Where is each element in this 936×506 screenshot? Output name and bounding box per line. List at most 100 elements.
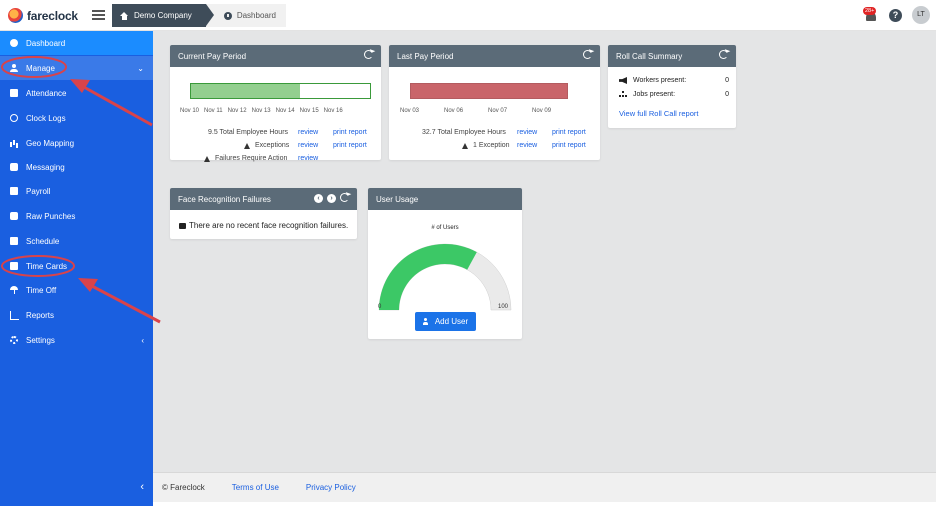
- sidebar: Dashboard Manage ⌄ Attendance Clock Logs…: [0, 31, 153, 506]
- review-link[interactable]: review: [298, 155, 318, 162]
- add-user-button[interactable]: Add User: [415, 312, 476, 331]
- breadcrumb-dashboard[interactable]: Dashboard: [205, 4, 286, 27]
- privacy-link[interactable]: Privacy Policy: [306, 483, 356, 492]
- app-logo[interactable]: fareclock: [8, 8, 78, 23]
- failures-text: Failures Require Action: [215, 155, 288, 162]
- print-report-link[interactable]: print report: [333, 129, 367, 136]
- sidebar-item-time-cards[interactable]: Time Cards: [0, 254, 153, 278]
- help-button[interactable]: ?: [889, 8, 902, 22]
- top-bar: fareclock Demo Company Dashboard 28+ ? L…: [0, 0, 936, 31]
- footer: © Fareclock Terms of Use Privacy Policy: [153, 472, 936, 502]
- sidebar-item-label: Payroll: [26, 186, 51, 196]
- card-title: Face Recognition Failures: [178, 194, 271, 204]
- date-ticks: Nov 03 Nov 06 Nov 07 Nov 09: [400, 108, 551, 114]
- date-tick: Nov 16: [323, 108, 343, 114]
- user-icon: [10, 64, 18, 72]
- chart-icon: [10, 311, 19, 320]
- sidebar-item-manage[interactable]: Manage ⌄: [0, 56, 153, 80]
- megaphone-icon: [619, 77, 627, 84]
- review-link[interactable]: review: [517, 129, 537, 136]
- previous-button[interactable]: ‹: [314, 194, 323, 203]
- refresh-icon[interactable]: [364, 50, 373, 59]
- sidebar-collapse-bar: ‹: [0, 472, 153, 506]
- review-link[interactable]: review: [517, 142, 537, 149]
- workers-value: 0: [725, 77, 729, 84]
- umbrella-icon: [10, 286, 18, 294]
- card-header: Current Pay Period: [170, 45, 381, 67]
- header-actions: 28+ ? LT: [863, 6, 930, 24]
- sidebar-item-attendance[interactable]: Attendance: [0, 81, 153, 105]
- exceptions-row: Exceptions: [244, 142, 289, 149]
- roll-call-report-link[interactable]: View full Roll Call report: [619, 109, 698, 118]
- refresh-icon[interactable]: [583, 50, 592, 59]
- exceptions-text: 1 Exception: [473, 142, 510, 149]
- sidebar-item-raw-punches[interactable]: Raw Punches: [0, 204, 153, 228]
- card-header: Roll Call Summary: [608, 45, 736, 67]
- print-report-link[interactable]: print report: [552, 129, 586, 136]
- sidebar-item-clock-logs[interactable]: Clock Logs: [0, 106, 153, 130]
- sidebar-item-label: Schedule: [26, 236, 60, 246]
- user-avatar[interactable]: LT: [912, 6, 930, 24]
- chat-icon: [10, 163, 18, 171]
- terms-link[interactable]: Terms of Use: [232, 483, 279, 492]
- current-pay-period-card: Current Pay Period Nov 10 Nov 11 Nov 12 …: [170, 45, 381, 162]
- collapse-sidebar-button[interactable]: ‹: [140, 481, 144, 493]
- next-button[interactable]: ›: [327, 194, 336, 203]
- progress-fill: [411, 84, 567, 98]
- history-icon: [10, 114, 18, 122]
- sidebar-item-label: Attendance: [26, 88, 67, 98]
- print-report-link[interactable]: print report: [552, 142, 586, 149]
- sidebar-item-dashboard[interactable]: Dashboard: [0, 31, 153, 55]
- print-report-link[interactable]: print report: [333, 142, 367, 149]
- sidebar-item-label: Geo Mapping: [26, 138, 75, 148]
- chart-label: # of Users: [431, 225, 459, 231]
- card-title: Roll Call Summary: [616, 51, 683, 61]
- calendar-icon: [10, 89, 18, 97]
- sidebar-item-label: Dashboard: [26, 38, 66, 48]
- review-link[interactable]: review: [298, 129, 318, 136]
- map-icon: [10, 139, 18, 147]
- sidebar-item-label: Time Cards: [26, 261, 68, 271]
- breadcrumb-company[interactable]: Demo Company: [112, 4, 214, 27]
- hours-row: 9.5 Total Employee Hours: [208, 129, 288, 136]
- warning-icon: [244, 142, 250, 149]
- sidebar-item-time-off[interactable]: Time Off: [0, 278, 153, 302]
- app-name: fareclock: [27, 8, 78, 23]
- refresh-icon[interactable]: [719, 50, 728, 59]
- pay-period-progress-bar: [190, 83, 371, 99]
- date-tick: Nov 06: [444, 108, 464, 114]
- dashboard-icon: [10, 39, 18, 47]
- sidebar-item-messaging[interactable]: Messaging: [0, 155, 153, 179]
- timecard-icon: [10, 262, 18, 270]
- copyright-text: © Fareclock: [162, 483, 205, 492]
- sidebar-item-settings[interactable]: Settings ‹: [0, 328, 153, 352]
- card-header: Face Recognition Failures ‹ ›: [170, 188, 357, 210]
- warning-icon: [204, 155, 210, 162]
- date-tick: Nov 13: [251, 108, 271, 114]
- refresh-icon[interactable]: [340, 193, 349, 202]
- home-icon: [120, 11, 129, 20]
- card-header: User Usage: [368, 188, 522, 210]
- menu-toggle-icon[interactable]: [92, 10, 105, 20]
- sidebar-item-schedule[interactable]: Schedule: [0, 229, 153, 253]
- date-tick: Nov 14: [275, 108, 295, 114]
- jobs-present-row: Jobs present: 0: [619, 91, 729, 98]
- hours-row: 32.7 Total Employee Hours: [422, 129, 506, 136]
- notifications-button[interactable]: 28+: [863, 7, 879, 23]
- sidebar-item-payroll[interactable]: Payroll: [0, 179, 153, 203]
- thumbs-up-icon: [179, 222, 186, 229]
- review-link[interactable]: review: [298, 142, 318, 149]
- date-tick: Nov 15: [299, 108, 319, 114]
- dashboard-icon: [223, 11, 232, 20]
- date-tick: Nov 10: [180, 108, 200, 114]
- card-title: Current Pay Period: [178, 51, 247, 61]
- sidebar-item-label: Raw Punches: [26, 211, 76, 221]
- sidebar-item-geo-mapping[interactable]: Geo Mapping: [0, 131, 153, 155]
- sidebar-item-label: Settings: [26, 335, 55, 345]
- breadcrumb-page-label: Dashboard: [236, 11, 276, 20]
- date-tick: Nov 09: [532, 108, 552, 114]
- jobs-label: Jobs present:: [633, 91, 676, 98]
- jobs-value: 0: [725, 91, 729, 98]
- card-title: Last Pay Period: [397, 51, 454, 61]
- sidebar-item-reports[interactable]: Reports: [0, 303, 153, 327]
